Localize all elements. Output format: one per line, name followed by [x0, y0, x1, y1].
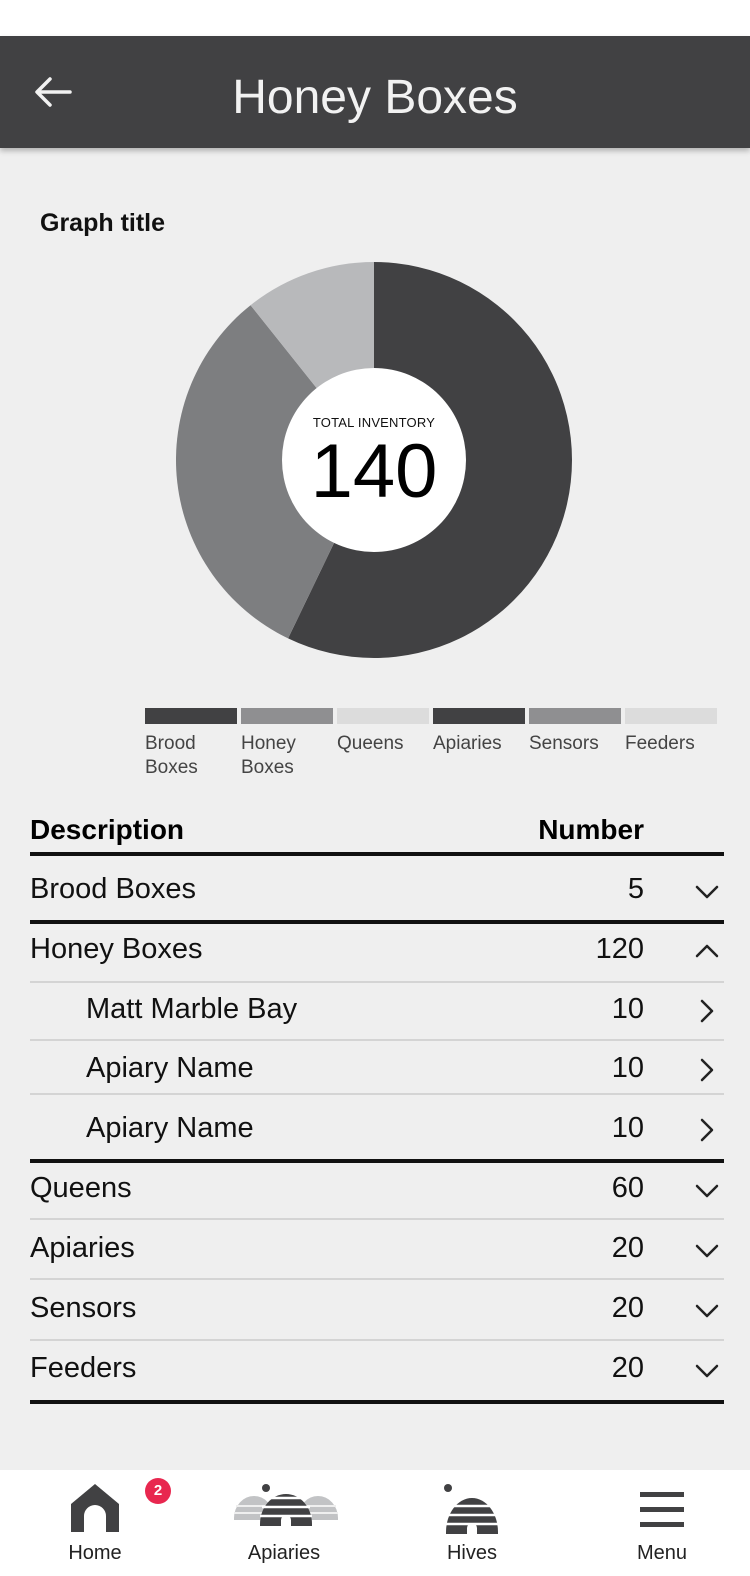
row-number: 20 [611, 1352, 644, 1384]
nav-apiaries[interactable]: Apiaries [222, 1470, 346, 1576]
divider [30, 1159, 724, 1163]
chevron-up-icon[interactable] [694, 938, 720, 964]
legend-item: Sensors [529, 708, 621, 756]
legend-swatch [433, 708, 525, 724]
home-icon [71, 1484, 119, 1532]
table-row[interactable]: Brood Boxes 5 [30, 873, 724, 913]
total-inventory-value: 140 [310, 429, 438, 514]
nav-label-apiaries: Apiaries [247, 1542, 321, 1564]
divider [30, 1039, 724, 1041]
chevron-down-icon[interactable] [694, 1177, 720, 1203]
legend-item: Brood Boxes [145, 708, 237, 780]
row-number: 10 [611, 1052, 644, 1084]
sub-table-row[interactable]: Apiary Name 10 [30, 1112, 724, 1152]
legend-swatch [145, 708, 237, 724]
legend-label: Brood Boxes [145, 733, 198, 778]
legend-swatch [337, 708, 429, 724]
divider [30, 852, 724, 856]
chevron-down-icon[interactable] [694, 1297, 720, 1323]
row-number: 120 [595, 933, 644, 965]
chevron-right-icon[interactable] [694, 1057, 720, 1083]
divider [30, 1278, 724, 1280]
menu-icon [640, 1492, 684, 1527]
legend-item: Queens [337, 708, 429, 756]
legend-item: Feeders [625, 708, 717, 756]
row-description: Brood Boxes [30, 873, 197, 905]
row-number: 60 [611, 1172, 644, 1204]
sub-table-row[interactable]: Apiary Name 10 [30, 1052, 724, 1092]
legend-label: Feeders [625, 733, 695, 754]
divider [30, 1218, 724, 1220]
divider [30, 1093, 724, 1095]
nav-label-home: Home [68, 1542, 122, 1564]
column-header-number: Number [538, 814, 644, 845]
divider [30, 1339, 724, 1341]
row-description: Sensors [30, 1292, 137, 1324]
row-description: Feeders [30, 1352, 137, 1384]
divider [30, 981, 724, 983]
table-row[interactable]: Queens 60 [30, 1172, 724, 1212]
chevron-down-icon[interactable] [694, 1357, 720, 1383]
legend-label: Sensors [529, 733, 599, 754]
chevron-right-icon[interactable] [694, 1117, 720, 1143]
bottom-navigation: 2 Home Apiaries Hives Menu [0, 1470, 750, 1576]
row-number: 10 [611, 1112, 644, 1144]
sub-table-row[interactable]: Matt Marble Bay 10 [30, 993, 724, 1033]
row-number: 20 [611, 1232, 644, 1264]
column-header-description: Description [30, 814, 185, 845]
nav-label-menu: Menu [636, 1542, 688, 1564]
row-number: 10 [611, 993, 644, 1025]
legend-swatch [529, 708, 621, 724]
donut-chart [175, 262, 572, 658]
legend-label: Apiaries [433, 733, 502, 754]
apiaries-icon [234, 1484, 338, 1526]
nav-label-hives: Hives [446, 1542, 497, 1564]
row-description: Queens [30, 1172, 132, 1204]
row-description: Matt Marble Bay [86, 993, 298, 1025]
nav-menu[interactable]: Menu [612, 1470, 712, 1576]
legend-swatch [625, 708, 717, 724]
nav-hives[interactable]: Hives [420, 1470, 524, 1576]
nav-home[interactable]: 2 Home [40, 1470, 171, 1576]
chevron-right-icon[interactable] [694, 998, 720, 1024]
divider [30, 920, 724, 924]
legend-item: Apiaries [433, 708, 525, 756]
row-number: 20 [611, 1292, 644, 1324]
notification-badge: 2 [145, 1478, 171, 1504]
divider [30, 1400, 724, 1404]
chevron-down-icon[interactable] [694, 878, 720, 904]
table-row[interactable]: Apiaries 20 [30, 1232, 724, 1272]
total-inventory-label: TOTAL INVENTORY [312, 415, 436, 430]
legend-label: Honey Boxes [241, 733, 296, 778]
table-row[interactable]: Sensors 20 [30, 1292, 724, 1332]
table-row[interactable]: Feeders 20 [30, 1352, 724, 1392]
hive-icon [444, 1484, 498, 1534]
row-description: Apiary Name [86, 1052, 254, 1084]
legend-label: Queens [337, 733, 404, 754]
chevron-down-icon[interactable] [694, 1237, 720, 1263]
row-description: Honey Boxes [30, 933, 203, 965]
table-row[interactable]: Honey Boxes 120 [30, 933, 724, 973]
row-description: Apiary Name [86, 1112, 254, 1144]
legend-item: Honey Boxes [241, 708, 333, 780]
legend-swatch [241, 708, 333, 724]
row-description: Apiaries [30, 1232, 135, 1264]
row-number: 5 [627, 873, 644, 905]
